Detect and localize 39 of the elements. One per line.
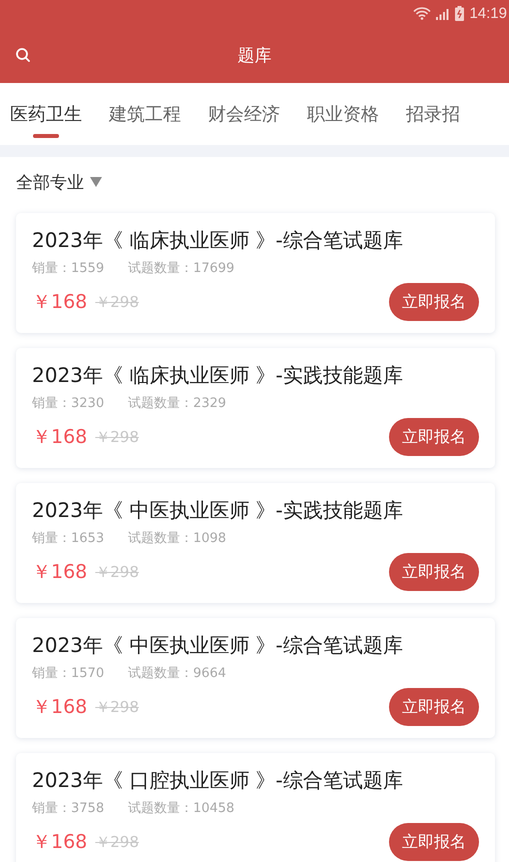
sales-count: 销量：1559 [32,260,104,277]
question-count: 试题数量：10458 [128,800,234,817]
question-count: 试题数量：17699 [128,260,234,277]
course-title: 2023年《 中医执业医师 》-综合笔试题库 [32,632,404,659]
tab-indicator [33,134,59,138]
category-tab[interactable]: 医药卫生 [10,102,82,126]
category-tab[interactable]: 财会经济 [208,102,280,126]
sales-count: 销量：1570 [32,665,104,682]
enroll-button[interactable]: 立即报名 [389,823,479,861]
search-icon[interactable] [15,47,31,63]
enroll-button[interactable]: 立即报名 [389,688,479,726]
course-title: 2023年《 口腔执业医师 》-综合笔试题库 [32,767,404,794]
price: ￥168 [32,695,88,720]
sales-count: 销量：3230 [32,395,104,412]
sales-count: 销量：1653 [32,530,104,547]
question-count: 试题数量：2329 [128,395,226,412]
page-title: 题库 [238,44,272,66]
category-tab[interactable]: 职业资格 [307,102,379,126]
price: ￥168 [32,425,88,450]
category-tab[interactable]: 建筑工程 [109,102,181,126]
category-tab[interactable]: 招录招 [406,102,460,126]
filter-label[interactable]: 全部专业 [16,170,84,194]
wifi-icon [413,7,432,20]
caret-icon[interactable] [90,177,102,187]
question-count: 试题数量：1098 [128,530,226,547]
status-time: 14:19 [469,5,507,22]
course-title: 2023年《 临床执业医师 》-实践技能题库 [32,362,404,389]
enroll-button[interactable]: 立即报名 [389,418,479,456]
price: ￥168 [32,290,88,315]
enroll-button[interactable]: 立即报名 [389,283,479,321]
price: ￥168 [32,560,88,585]
price: ￥168 [32,830,88,855]
sales-count: 销量：3758 [32,800,104,817]
battery-icon [455,6,464,21]
question-count: 试题数量：9664 [128,665,226,682]
course-title: 2023年《 临床执业医师 》-综合笔试题库 [32,227,404,254]
enroll-button[interactable]: 立即报名 [389,553,479,591]
course-title: 2023年《 中医执业医师 》-实践技能题库 [32,497,404,524]
signal-icon [436,8,450,20]
